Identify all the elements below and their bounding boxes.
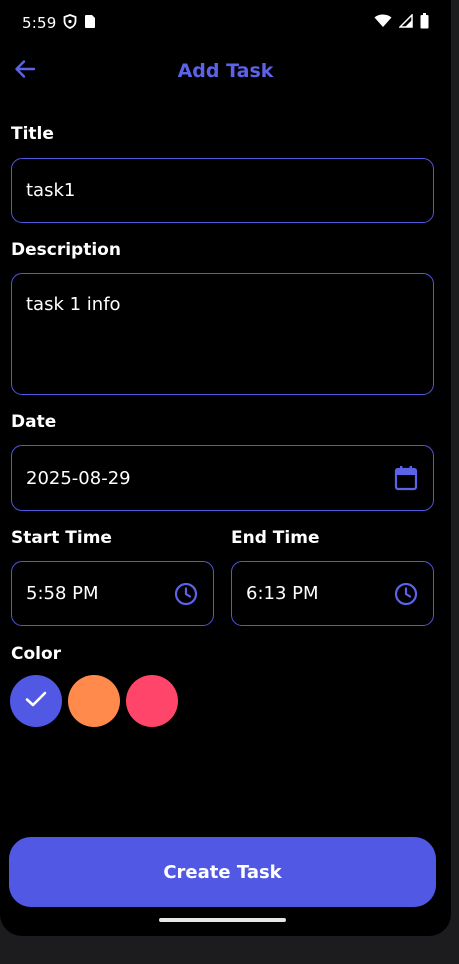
start-time-label: Start Time (11, 528, 112, 548)
battery-icon (420, 13, 429, 33)
app-bar: Add Task (0, 46, 451, 96)
start-time-field[interactable]: 5:58 PM (11, 561, 214, 626)
date-label: Date (11, 412, 57, 432)
end-time-label: End Time (231, 528, 320, 548)
description-label: Description (11, 240, 121, 260)
color-swatch-blue[interactable] (10, 675, 62, 727)
start-time-value: 5:58 PM (26, 583, 99, 604)
cell-signal-icon (398, 13, 413, 32)
status-time: 5:59 (22, 14, 57, 32)
title-label: Title (11, 124, 54, 144)
back-button[interactable] (12, 58, 38, 84)
arrow-left-icon (14, 58, 36, 84)
title-input[interactable]: task1 (11, 158, 434, 223)
title-value: task1 (26, 180, 76, 201)
color-swatch-pink[interactable] (126, 675, 178, 727)
home-indicator (159, 918, 286, 922)
end-time-value: 6:13 PM (246, 583, 319, 604)
calendar-icon[interactable] (393, 465, 419, 491)
status-bar: 5:59 (0, 0, 451, 46)
page-title: Add Task (177, 60, 274, 82)
phone-screen: 5:59 Add Task Title task1 Description ta… (0, 0, 451, 936)
clock-icon[interactable] (173, 581, 199, 607)
sim-card-icon (84, 14, 96, 33)
date-field[interactable]: 2025-08-29 (11, 445, 434, 511)
color-swatch-orange[interactable] (68, 675, 120, 727)
create-task-button[interactable]: Create Task (9, 837, 436, 907)
check-icon (25, 690, 47, 712)
description-textarea[interactable]: task 1 info (11, 273, 434, 395)
date-value: 2025-08-29 (26, 467, 131, 489)
clock-icon[interactable] (393, 581, 419, 607)
wifi-icon (374, 14, 392, 32)
description-value: task 1 info (26, 294, 121, 315)
color-label: Color (11, 644, 62, 664)
end-time-field[interactable]: 6:13 PM (231, 561, 434, 626)
shield-icon (63, 13, 77, 33)
